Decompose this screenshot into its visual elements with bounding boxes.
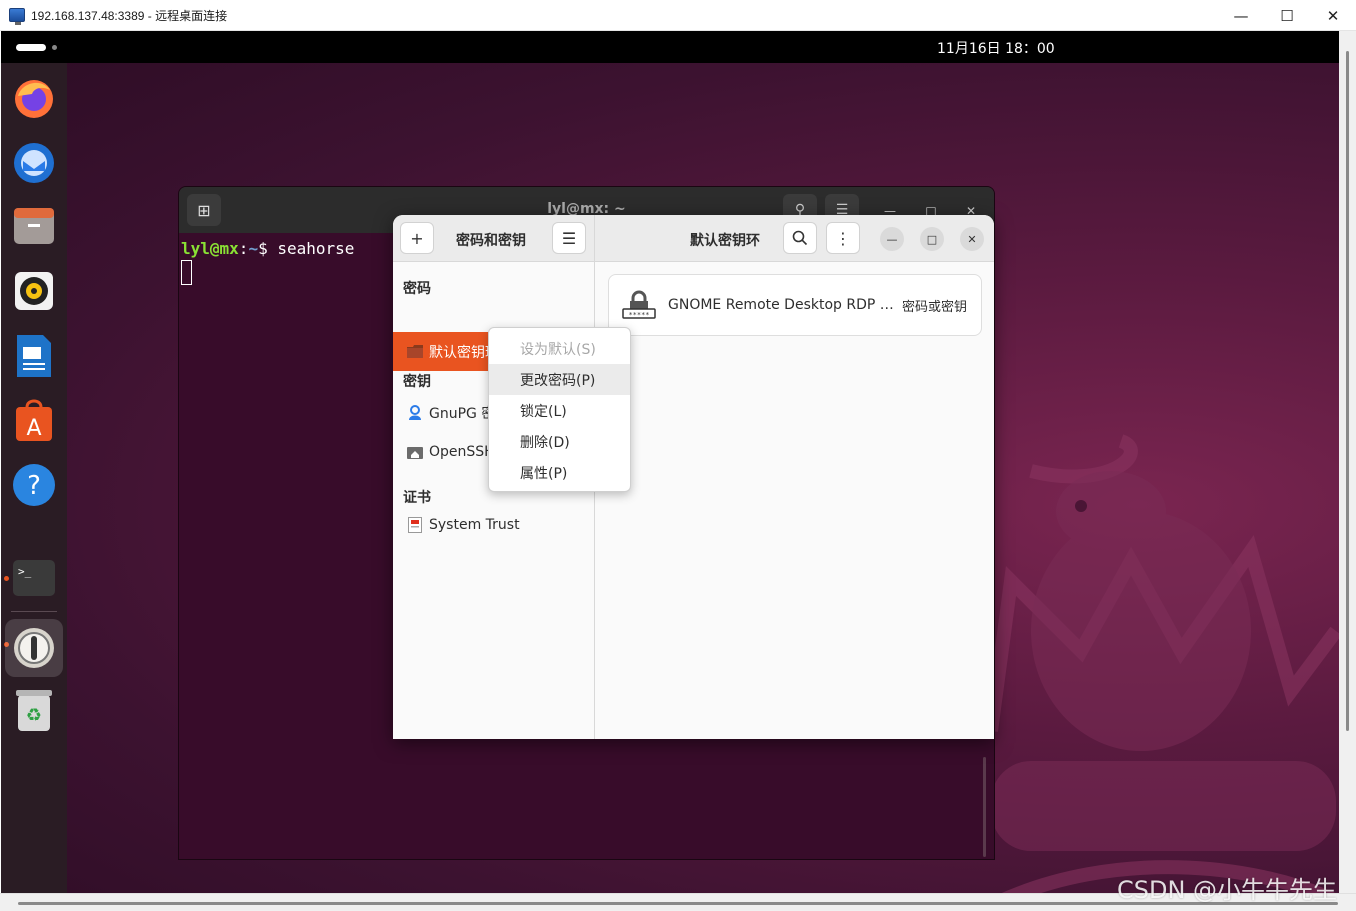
prompt-symbol: $	[258, 239, 268, 258]
terminal-cursor	[181, 260, 192, 285]
remote-desktop-icon	[9, 8, 25, 25]
app-center-icon[interactable]: A	[9, 396, 59, 446]
password-lock-icon: *****	[622, 290, 656, 320]
seahorse-icon[interactable]	[5, 619, 63, 677]
wallpaper-mascot	[991, 434, 1339, 893]
seahorse-minimize-button[interactable]: —	[880, 227, 904, 251]
terminal-command: seahorse	[277, 239, 355, 258]
svg-text:♻: ♻	[26, 705, 42, 726]
clock[interactable]: 11月16日 18：00	[937, 38, 1055, 58]
seahorse-maximize-button[interactable]: □	[920, 227, 944, 251]
certificate-icon	[407, 516, 423, 533]
main-menu-button[interactable]: ☰	[552, 222, 586, 254]
section-keys: 密钥	[403, 374, 431, 390]
firefox-icon[interactable]	[9, 73, 59, 123]
sidebar-title: 密码和密钥	[456, 233, 526, 249]
terminal-prompt-line: lyl@mx:~$ seahorse	[181, 239, 354, 258]
svg-text:?: ?	[27, 471, 41, 501]
terminal-icon[interactable]: >_	[9, 553, 59, 603]
folder-icon	[407, 345, 423, 359]
watermark: CSDN @小牛牛先生	[1117, 876, 1338, 904]
thunderbird-icon[interactable]	[9, 137, 59, 187]
sidebar-item-label: System Trust	[429, 516, 520, 533]
dock-separator	[11, 611, 57, 612]
seahorse-close-button[interactable]: ✕	[960, 227, 984, 251]
close-button[interactable]: ✕	[1310, 0, 1356, 31]
main-title: 默认密钥环	[690, 233, 760, 249]
context-menu: 设为默认(S) 更改密码(P) 锁定(L) 删除(D) 属性(P)	[488, 327, 631, 492]
remote-desktop: 11月16日 18：00 A ? >_ ♻ ⊞ lyl@mx: ~ ⚲ ☰ — …	[1, 31, 1339, 893]
menu-item-delete[interactable]: 删除(D)	[489, 426, 630, 457]
add-button[interactable]: +	[400, 222, 434, 254]
svg-text:A: A	[26, 416, 41, 441]
list-item[interactable]: ***** GNOME Remote Desktop RDP cr… 密码或密钥	[608, 274, 982, 336]
sidebar-item-label: OpenSSH	[429, 443, 495, 460]
terminal-scrollbar[interactable]	[983, 757, 986, 857]
rdp-vertical-scrollbar[interactable]	[1339, 31, 1356, 893]
prompt-separator: :	[238, 239, 249, 258]
entry-name: GNOME Remote Desktop RDP cr…	[668, 297, 896, 313]
rhythmbox-icon[interactable]	[9, 266, 59, 316]
gnome-topbar: 11月16日 18：00	[1, 31, 1339, 63]
sidebar-headerbar: + 密码和密钥 ☰	[393, 215, 595, 262]
rdp-window-controls: — ☐ ✕	[1218, 0, 1356, 31]
rdp-window-title: 192.168.137.48:3389 - 远程桌面连接	[31, 8, 228, 23]
home-folder-icon	[407, 445, 423, 459]
keyring-content: ***** GNOME Remote Desktop RDP cr… 密码或密钥	[595, 262, 994, 739]
prompt-path: ~	[248, 239, 259, 258]
search-icon	[792, 230, 808, 246]
trash-icon[interactable]: ♻	[9, 685, 59, 735]
workspace-dot[interactable]	[52, 45, 57, 50]
menu-item-change-password[interactable]: 更改密码(P)	[489, 364, 630, 395]
libreoffice-writer-icon[interactable]	[9, 331, 59, 381]
menu-item-properties[interactable]: 属性(P)	[489, 457, 630, 488]
person-key-icon	[407, 404, 423, 420]
rdp-titlebar: 192.168.137.48:3389 - 远程桌面连接 — ☐ ✕	[0, 0, 1356, 31]
section-passwords: 密码	[403, 281, 431, 297]
entry-type: 密码或密钥	[902, 299, 968, 315]
view-menu-button[interactable]: ⋮	[826, 222, 860, 254]
dock: A ? >_ ♻	[1, 63, 67, 893]
main-headerbar: 默认密钥环 ⋮ — □ ✕	[595, 215, 994, 262]
seahorse-window: + 密码和密钥 ☰ 默认密钥环 ⋮ — □ ✕ 密码 默认密钥环 密钥 GnuP…	[393, 215, 994, 739]
files-icon[interactable]	[9, 201, 59, 251]
sidebar-item-system-trust[interactable]: System Trust	[393, 505, 594, 544]
menu-item-lock[interactable]: 锁定(L)	[489, 395, 630, 426]
svg-text:*****: *****	[628, 311, 649, 319]
sidebar-item-label: GnuPG 密	[429, 405, 496, 422]
maximize-button[interactable]: ☐	[1264, 0, 1310, 31]
svg-text:>_: >_	[18, 565, 32, 578]
prompt-user: lyl@mx	[181, 239, 239, 258]
minimize-button[interactable]: —	[1218, 0, 1264, 31]
search-button[interactable]	[783, 222, 817, 254]
activities-indicator[interactable]	[16, 44, 46, 51]
terminal-output[interactable]: lyl@mx:~$ seahorse	[181, 239, 354, 289]
section-certificates: 证书	[403, 490, 431, 506]
help-icon[interactable]: ?	[9, 460, 59, 510]
menu-item-set-default[interactable]: 设为默认(S)	[489, 333, 630, 364]
